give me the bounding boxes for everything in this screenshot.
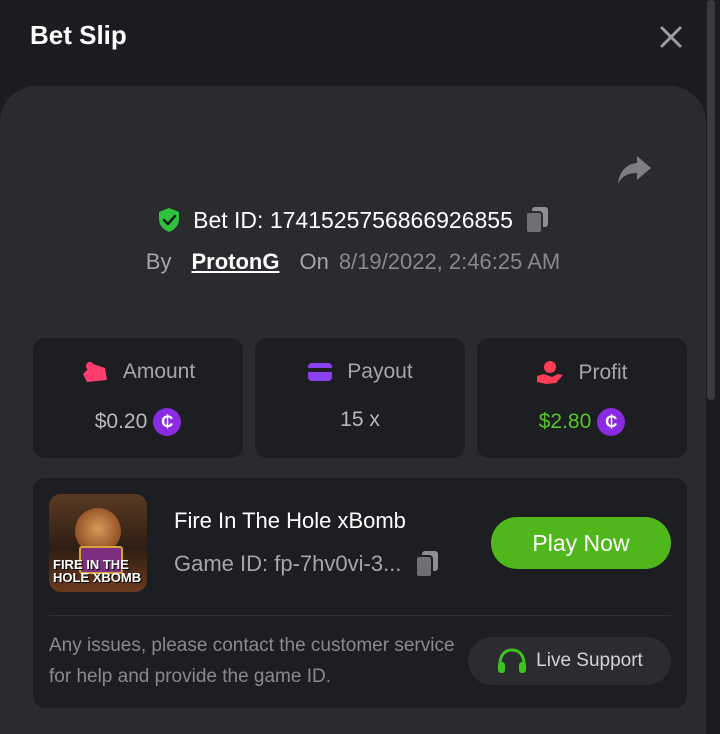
amount-icon [82, 362, 107, 382]
share-icon [618, 156, 651, 184]
thumbnail-logo: FIRE IN THE HOLE XBOMB [53, 558, 143, 584]
bet-meta-row: By ProtonG On 8/19/2022, 2:46:25 AM [0, 245, 706, 279]
username-link[interactable]: ProtonG [191, 249, 279, 275]
close-icon [660, 26, 682, 48]
headset-icon [498, 648, 527, 673]
profit-hand-icon [537, 361, 564, 384]
close-button[interactable] [656, 22, 686, 52]
share-button[interactable] [614, 150, 656, 190]
game-id: Game ID: fp-7hv0vi-3... [174, 551, 402, 576]
game-card: FIRE IN THE HOLE XBOMB Fire In The Hole … [33, 478, 687, 708]
profit-label: Profit [578, 361, 628, 384]
live-support-label: Live Support [536, 650, 643, 671]
bet-id-row: Bet ID: 1741525756866926855 [0, 202, 706, 238]
amount-label: Amount [122, 360, 196, 383]
support-message: Any issues, please contact the customer … [49, 635, 455, 687]
bet-date: 8/19/2022, 2:46:25 AM [338, 249, 561, 274]
payout-value: 15 x [340, 408, 380, 431]
game-id-row: Game ID: fp-7hv0vi-3... [174, 550, 439, 578]
coin-icon: ₵ [597, 408, 626, 436]
bet-slip-header: Bet Slip [0, 0, 720, 86]
live-support-button[interactable]: Live Support [468, 637, 671, 685]
copy-icon [415, 551, 439, 578]
page-title: Bet Slip [30, 20, 127, 50]
on-label: On [299, 249, 329, 274]
payout-card-icon [308, 363, 333, 381]
profit-value: $2.80 [538, 410, 592, 433]
profit-card: Profit $2.80 ₵ [477, 338, 687, 458]
by-label: By [145, 249, 172, 274]
amount-card: Amount $0.20 ₵ [33, 338, 243, 458]
thumbnail-logo-line2: HOLE XBOMB [53, 570, 142, 585]
amount-value: $0.20 [94, 410, 148, 433]
coin-icon: ₵ [153, 408, 182, 436]
shield-check-icon [159, 208, 180, 232]
payout-label: Payout [347, 360, 413, 383]
copy-bet-id-button[interactable] [524, 206, 549, 234]
game-name: Fire In The Hole xBomb [174, 508, 406, 533]
play-now-button[interactable]: Play Now [491, 517, 671, 569]
copy-game-id-button[interactable] [415, 550, 439, 578]
copy-icon [524, 207, 548, 234]
bet-id: Bet ID: 1741525756866926855 [193, 206, 513, 233]
scrollbar[interactable] [707, 0, 715, 400]
divider [49, 615, 671, 616]
game-thumbnail[interactable]: FIRE IN THE HOLE XBOMB [49, 494, 147, 592]
payout-card: Payout 15 x [255, 338, 465, 458]
